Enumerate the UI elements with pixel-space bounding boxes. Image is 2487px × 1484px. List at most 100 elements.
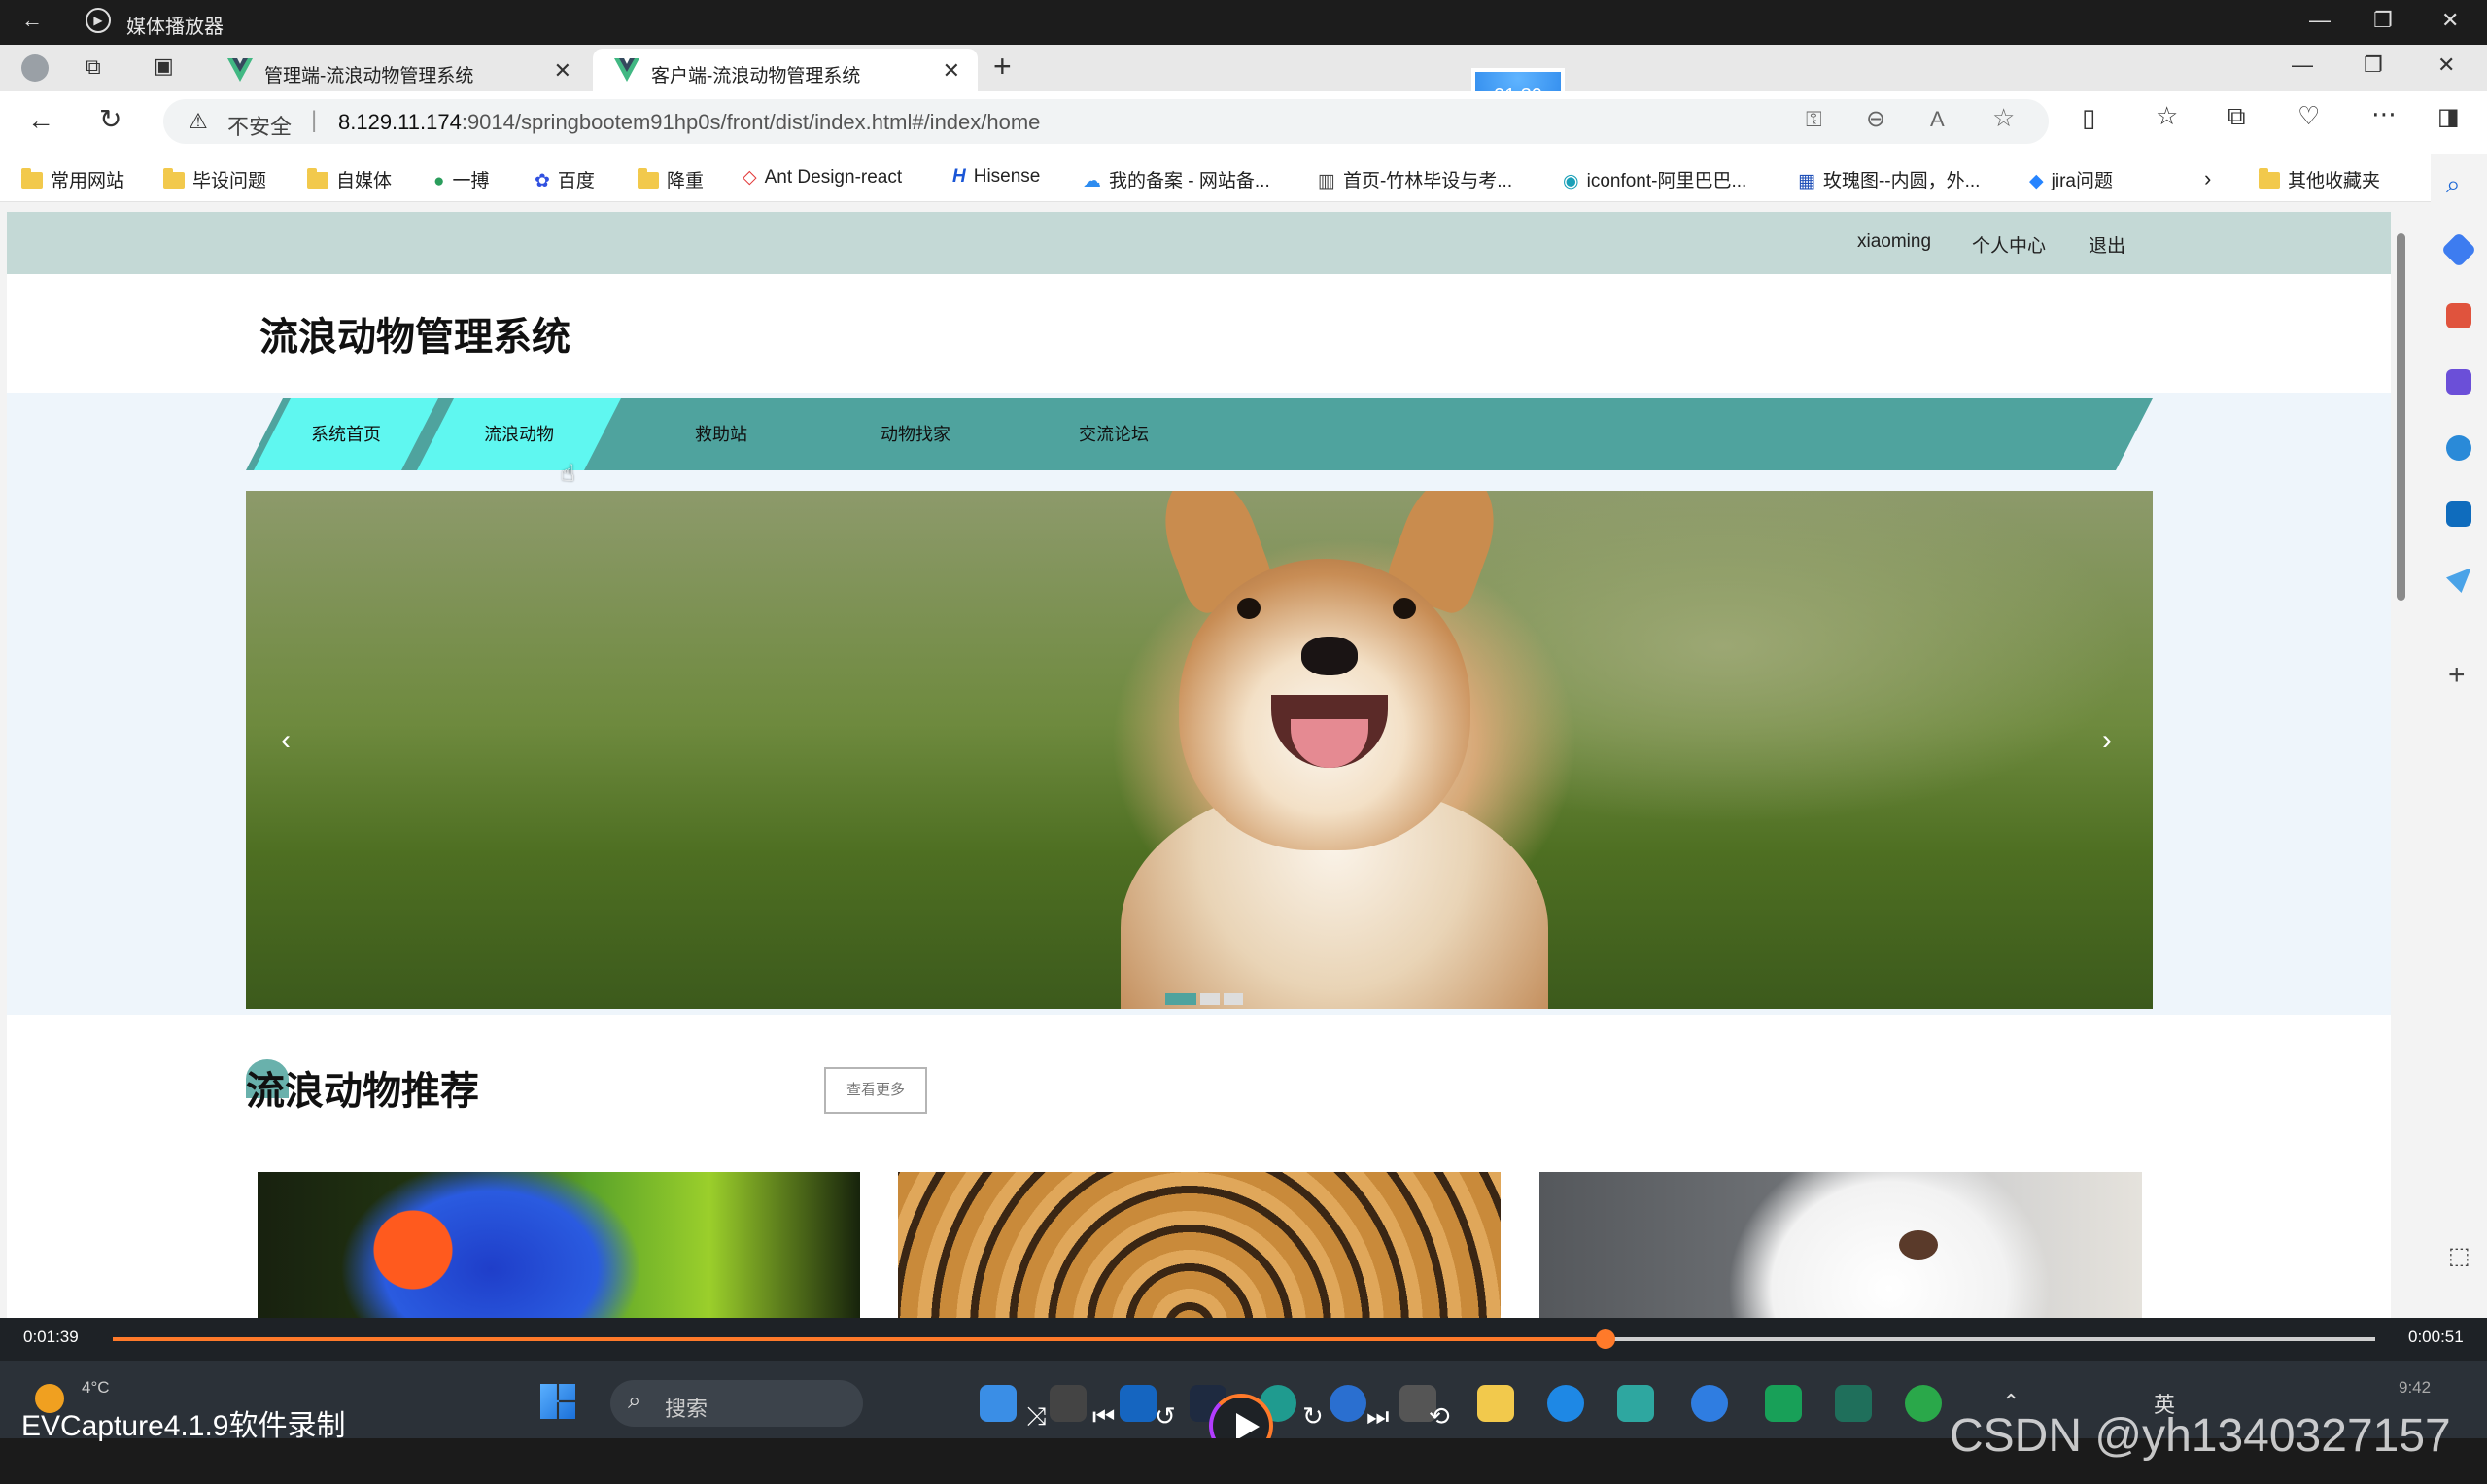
previous-icon[interactable]: ⏮ xyxy=(1092,1401,1115,1432)
profile-link[interactable]: 个人中心 xyxy=(1972,231,2046,258)
bookmark-item[interactable]: 降重 xyxy=(638,166,704,192)
seek-bar[interactable] xyxy=(113,1329,2375,1349)
logout-link[interactable]: 退出 xyxy=(2089,231,2125,258)
taskbar-search[interactable]: ⌕ 搜索 xyxy=(610,1380,863,1427)
send-icon[interactable] xyxy=(2446,568,2471,593)
nav-item-adoption[interactable]: 动物找家 xyxy=(833,398,998,470)
browser-minimize-icon[interactable]: — xyxy=(2292,52,2313,78)
bookmark-item[interactable]: H Hisense xyxy=(952,166,1040,188)
bookmark-item[interactable]: ◆ jira问题 xyxy=(2029,166,2113,192)
close-tab-icon[interactable]: ✕ xyxy=(943,58,960,84)
carousel-dot[interactable] xyxy=(1165,993,1196,1005)
carousel-dot[interactable] xyxy=(1224,993,1243,1005)
zoom-icon[interactable]: ⊖ xyxy=(1866,105,1885,133)
page-scrollbar[interactable] xyxy=(2391,212,2410,1318)
bookmark-item[interactable]: ▥ 首页-竹林毕设与考... xyxy=(1318,166,1512,192)
security-label[interactable]: 不安全 xyxy=(227,110,292,141)
carousel-dot[interactable] xyxy=(1200,993,1220,1005)
vscode-icon[interactable] xyxy=(1617,1385,1654,1422)
bookmark-item[interactable]: ● 一搏 xyxy=(433,166,490,192)
workspaces-icon[interactable]: ⧉ xyxy=(86,54,101,80)
search-icon[interactable]: ⌕ xyxy=(2446,169,2461,200)
shuffle-icon[interactable]: ⤨ xyxy=(1026,1401,1047,1432)
wechat-icon[interactable] xyxy=(1905,1385,1942,1422)
split-screen-icon[interactable]: ▯ xyxy=(2082,103,2095,133)
url-input[interactable]: ⚠ 不安全 | 8.129.11.174:9014/springbootem91… xyxy=(163,99,2049,144)
animal-card-parrot[interactable] xyxy=(258,1172,860,1318)
toolbox-icon[interactable] xyxy=(2446,303,2471,328)
tab-actions-icon[interactable]: ▣ xyxy=(154,53,174,79)
tab-client[interactable]: 客户端-流浪动物管理系统 ✕ xyxy=(593,49,978,91)
task-view-icon[interactable] xyxy=(1050,1385,1087,1422)
elapsed-time: 0:01:39 xyxy=(23,1328,79,1346)
office-icon[interactable] xyxy=(2446,435,2471,461)
bookmark-item[interactable]: ◉ iconfont-阿里巴巴... xyxy=(1563,166,1746,192)
copilot-icon[interactable] xyxy=(980,1385,1017,1422)
chrome-icon[interactable] xyxy=(1691,1385,1728,1422)
favorites-icon[interactable]: ☆ xyxy=(2156,101,2178,131)
repeat-icon[interactable]: ⟲ xyxy=(1429,1401,1450,1432)
bookmark-item[interactable]: ▦ 玫瑰图--内圆，外... xyxy=(1798,166,1980,192)
ie-icon[interactable] xyxy=(1547,1385,1584,1422)
url-text[interactable]: 8.129.11.174:9014/springbootem91hp0s/fro… xyxy=(338,110,1040,135)
username-link[interactable]: xiaoming xyxy=(1857,231,1931,253)
nav-item-rescue-station[interactable]: 救助站 xyxy=(639,398,804,470)
profile-icon[interactable] xyxy=(21,54,49,82)
scrollbar-thumb[interactable] xyxy=(2397,233,2405,601)
carousel-prev-icon[interactable]: ‹ xyxy=(281,724,291,757)
minimize-icon[interactable]: — xyxy=(2309,8,2331,33)
carousel-next-icon[interactable]: › xyxy=(2102,724,2112,757)
animal-card-leopard[interactable] xyxy=(898,1172,1501,1318)
bookmark-item[interactable]: 毕设问题 xyxy=(163,166,266,192)
notes-icon[interactable] xyxy=(1835,1385,1872,1422)
nav-item-home[interactable]: 系统首页 xyxy=(254,398,438,470)
view-more-button[interactable]: 查看更多 xyxy=(824,1067,927,1114)
key-icon[interactable]: ⚿ xyxy=(1806,107,1822,132)
collections-icon[interactable]: ⧉ xyxy=(2228,101,2246,132)
app-icon[interactable] xyxy=(1330,1385,1366,1422)
restore-icon[interactable]: ❐ xyxy=(2373,8,2393,33)
rewind-10-icon[interactable]: ↺ xyxy=(1155,1401,1176,1432)
mail-icon[interactable] xyxy=(1765,1385,1802,1422)
nav-item-forum[interactable]: 交流论坛 xyxy=(1031,398,1196,470)
browser-restore-icon[interactable]: ❐ xyxy=(2364,52,2383,78)
chevron-right-icon[interactable]: › xyxy=(2204,166,2211,191)
health-icon[interactable]: ♡ xyxy=(2297,101,2320,131)
bookmark-item[interactable]: ☁ 我的备案 - 网站备... xyxy=(1083,166,1270,192)
carousel-banner[interactable]: ‹ › xyxy=(246,491,2153,1009)
read-aloud-icon[interactable]: A xyxy=(1930,107,1945,132)
close-tab-icon[interactable]: ✕ xyxy=(554,58,571,84)
sidebar-toggle-icon[interactable]: ◨ xyxy=(2437,103,2460,131)
tab-label: 管理端-流浪动物管理系统 xyxy=(264,66,474,86)
browser-close-icon[interactable]: ✕ xyxy=(2437,52,2455,78)
cloud-icon: ☁ xyxy=(1083,171,1101,191)
back-icon[interactable]: ← xyxy=(21,8,43,33)
store-icon[interactable] xyxy=(1120,1385,1157,1422)
taskbar-clock[interactable]: 9:42 xyxy=(2399,1378,2431,1398)
bookmark-item[interactable]: 自媒体 xyxy=(307,166,392,192)
refresh-icon[interactable]: ↻ xyxy=(99,103,121,135)
screenshot-icon[interactable]: ⬚ xyxy=(2448,1242,2470,1270)
outlook-icon[interactable] xyxy=(2446,501,2471,527)
new-tab-icon[interactable]: + xyxy=(993,49,1012,85)
back-arrow-icon[interactable]: ← xyxy=(27,105,54,136)
bookmark-item[interactable]: 常用网站 xyxy=(21,166,124,192)
dog-mouth xyxy=(1899,1230,1938,1260)
nav-item-stray-animals[interactable]: 流浪动物 xyxy=(417,398,621,470)
favorite-star-icon[interactable]: ☆ xyxy=(1992,103,2015,133)
tag-icon[interactable] xyxy=(2440,231,2477,268)
file-explorer-icon[interactable] xyxy=(1477,1385,1514,1422)
more-menu-icon[interactable]: ⋯ xyxy=(2371,99,2397,129)
warning-icon[interactable]: ⚠ xyxy=(189,109,208,134)
tab-admin[interactable]: 管理端-流浪动物管理系统 ✕ xyxy=(206,49,589,91)
bookmark-item[interactable]: 其他收藏夹 xyxy=(2259,166,2380,192)
next-icon[interactable]: ⏭ xyxy=(1366,1401,1389,1432)
games-icon[interactable] xyxy=(2446,369,2471,395)
animal-card-white-dog[interactable] xyxy=(1539,1172,2142,1318)
bookmark-item[interactable]: ✿ 百度 xyxy=(535,166,595,192)
forward-30-icon[interactable]: ↻ xyxy=(1302,1401,1324,1432)
add-icon[interactable]: + xyxy=(2448,659,2466,692)
close-icon[interactable]: ✕ xyxy=(2441,8,2459,33)
bookmark-label: iconfont-阿里巴巴... xyxy=(1586,171,1747,191)
bookmark-item[interactable]: ◇ Ant Design-react xyxy=(743,166,902,189)
